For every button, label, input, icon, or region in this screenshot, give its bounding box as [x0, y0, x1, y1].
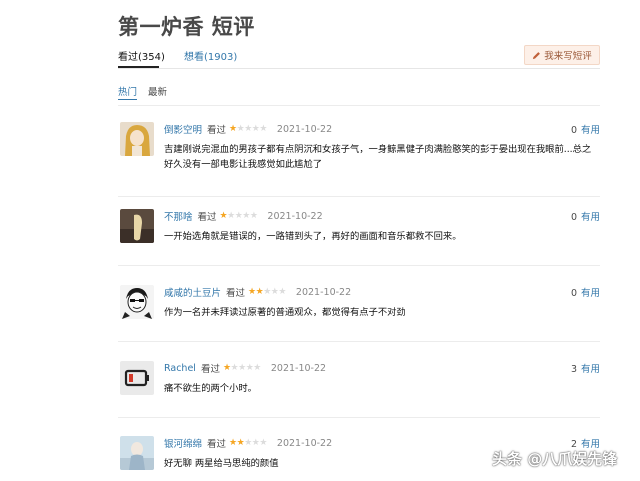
star-filled-icon: ★: [248, 287, 256, 297]
watch-status: 看过: [207, 439, 227, 450]
avatar[interactable]: [120, 122, 154, 156]
tab-watched[interactable]: 看过(354): [118, 48, 165, 63]
useful-vote[interactable]: 3 有用: [571, 361, 600, 375]
watch-status: 看过: [200, 364, 220, 375]
review-meta: 咸咸的土豆片 看过 ★★★★★ 2021-10-22: [164, 285, 352, 300]
watch-status: 看过: [226, 288, 246, 299]
review-divider: [118, 417, 600, 418]
review-date: 2021-10-22: [295, 286, 352, 298]
write-review-button[interactable]: 我来写短评: [524, 45, 600, 65]
username-link[interactable]: 咸咸的土豆片: [164, 285, 221, 299]
review-date: 2021-10-22: [276, 437, 333, 449]
review-text: 痛不欲生的两个小时。: [164, 383, 257, 394]
useful-label: 有用: [580, 288, 600, 299]
star-filled-icon: ★: [229, 438, 237, 448]
avatar[interactable]: [120, 436, 154, 470]
avatar[interactable]: [120, 361, 154, 395]
useful-vote[interactable]: 0 有用: [571, 285, 600, 299]
useful-vote[interactable]: 0 有用: [571, 209, 600, 223]
username-link[interactable]: Rachel: [164, 363, 196, 374]
star-filled-icon: ★: [229, 124, 237, 134]
review-text: 作为一名并未拜读过原著的普通观众，都觉得有点子不对劲: [164, 307, 406, 318]
avatar[interactable]: [120, 285, 154, 319]
review-meta: Rachel 看过 ★★★★★ 2021-10-22: [164, 361, 327, 376]
useful-vote[interactable]: 0 有用: [571, 122, 600, 136]
review-text: 吉建刚说完混血的男孩子都有点阴沉和女孩子气，一身鲸黑健子肉满脸憨笑的彭于晏出现在…: [164, 144, 592, 170]
star-empty-icon: ★: [244, 124, 252, 134]
review-meta: 倒影空明 看过 ★★★★★ 2021-10-22: [164, 122, 333, 137]
username-link[interactable]: 银河绵绵: [164, 436, 202, 450]
tab-want-to-watch[interactable]: 想看(1903): [184, 48, 237, 63]
username-link[interactable]: 倒影空明: [164, 122, 202, 136]
review-date: 2021-10-22: [270, 362, 327, 374]
rating-stars: ★★★★★: [223, 363, 261, 373]
star-empty-icon: ★: [259, 438, 267, 448]
useful-label: 有用: [580, 125, 600, 136]
review-date: 2021-10-22: [267, 210, 323, 222]
review-text: 一开始选角就是错误的，一路错到头了，再好的画面和音乐都救不回来。: [164, 231, 462, 242]
star-empty-icon: ★: [242, 211, 250, 221]
username-link[interactable]: 不那啥: [164, 209, 193, 223]
review-divider: [118, 341, 600, 342]
rating-stars: ★★★★★: [248, 287, 286, 297]
star-empty-icon: ★: [253, 363, 261, 373]
sort-options: 热门 最新: [118, 84, 178, 100]
useful-count: 0: [570, 288, 577, 299]
star-empty-icon: ★: [244, 438, 252, 448]
sort-newest[interactable]: 最新: [148, 87, 167, 98]
rating-stars: ★★★★★: [220, 211, 258, 221]
watermark: 头条 @八爪娱先锋: [492, 450, 618, 468]
avatar[interactable]: [120, 209, 154, 243]
watch-status: 看过: [207, 125, 227, 136]
star-empty-icon: ★: [238, 363, 246, 373]
sort-divider: [118, 105, 600, 106]
watch-status: 看过: [197, 212, 217, 223]
review-date: 2021-10-22: [276, 123, 333, 135]
star-filled-icon: ★: [219, 211, 228, 221]
useful-count: 0: [570, 125, 577, 136]
star-empty-icon: ★: [230, 363, 239, 373]
rating-stars: ★★★★★: [229, 438, 267, 448]
useful-label: 有用: [580, 364, 600, 375]
page-title: 第一炉香 短评: [118, 15, 255, 39]
review-divider: [118, 196, 600, 197]
review-divider: [118, 265, 600, 266]
sort-hot[interactable]: 热门: [118, 87, 138, 100]
useful-count: 3: [570, 364, 577, 375]
review-meta: 不那啥 看过 ★★★★★ 2021-10-22: [164, 209, 323, 224]
useful-count: 0: [570, 212, 577, 223]
tabs-divider: [118, 68, 600, 69]
review-meta: 银河绵绵 看过 ★★★★★ 2021-10-22: [164, 436, 333, 451]
star-empty-icon: ★: [278, 287, 286, 297]
star-empty-icon: ★: [259, 124, 267, 134]
star-empty-icon: ★: [227, 211, 235, 221]
write-review-label: 我来写短评: [544, 51, 592, 62]
rating-stars: ★★★★★: [229, 124, 267, 134]
pencil-icon: [533, 51, 541, 59]
star-empty-icon: ★: [263, 287, 271, 297]
useful-label: 有用: [580, 212, 600, 223]
star-filled-icon: ★: [222, 363, 231, 373]
star-empty-icon: ★: [249, 211, 258, 221]
